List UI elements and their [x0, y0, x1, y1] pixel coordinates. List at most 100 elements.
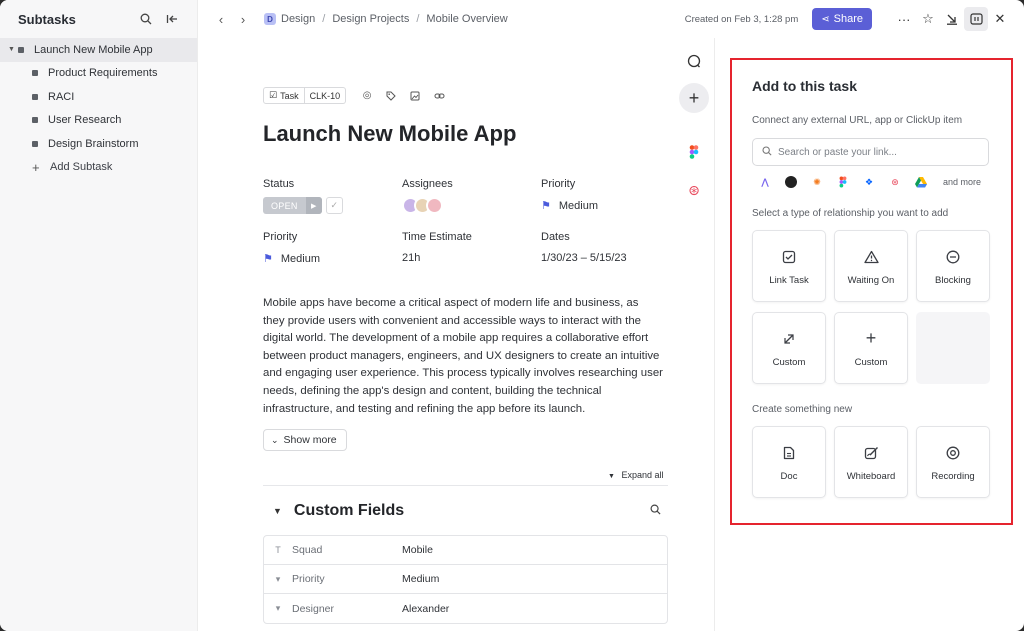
recording-tile[interactable]: Recording: [916, 426, 990, 498]
field-value[interactable]: Medium: [402, 573, 439, 585]
back-arrow-icon[interactable]: ‹: [210, 12, 232, 27]
panel-title: Add to this task: [752, 78, 858, 94]
share-button[interactable]: ⋖ Share: [812, 8, 872, 30]
waiting-on-tile[interactable]: Waiting On: [834, 230, 908, 302]
collapse-sidebar-icon[interactable]: [161, 8, 183, 30]
field-name: Squad: [292, 544, 323, 556]
more-options-icon[interactable]: ···: [892, 7, 916, 31]
download-icon[interactable]: [940, 7, 964, 31]
time-estimate-value[interactable]: 21h: [402, 252, 420, 264]
expand-all-label: Expand all: [621, 470, 664, 480]
complete-check-icon[interactable]: ✓: [325, 197, 343, 214]
whiteboard-tile[interactable]: Whiteboard: [834, 426, 908, 498]
sidebar-item-parent-task[interactable]: ▼ Launch New Mobile App: [0, 38, 197, 62]
sidebar-item-subtask[interactable]: Design Brainstorm: [0, 132, 197, 156]
field-name: Priority: [292, 573, 325, 585]
link-search-input[interactable]: Search or paste your link...: [752, 138, 989, 166]
priority-field[interactable]: ⚑ Medium: [541, 199, 598, 213]
show-more-button[interactable]: ⌄ Show more: [263, 429, 347, 451]
status-field: OPEN ▶ ✓: [263, 197, 343, 214]
task-description[interactable]: Mobile apps have become a critical aspec…: [263, 295, 663, 418]
custom-relationship-tile[interactable]: Custom: [752, 312, 826, 384]
sidebar-title: Subtasks: [18, 11, 76, 27]
caret-down-icon[interactable]: ▼: [8, 46, 18, 53]
link-task-tile[interactable]: Link Task: [752, 230, 826, 302]
search-icon[interactable]: [650, 504, 661, 518]
assignees-field[interactable]: [402, 197, 443, 214]
task-title[interactable]: Launch New Mobile App: [263, 121, 516, 147]
custom-fields-header[interactable]: ▼ Custom Fields: [273, 502, 404, 520]
comment-icon[interactable]: [679, 46, 709, 76]
breadcrumb-item[interactable]: Mobile Overview: [426, 13, 507, 25]
search-icon[interactable]: [135, 8, 157, 30]
sidebar-item-subtask[interactable]: Product Requirements: [0, 62, 197, 86]
image-icon[interactable]: [408, 89, 422, 103]
task-type-chip[interactable]: ☑ Task: [263, 87, 305, 104]
priority-label: Priority: [541, 178, 576, 190]
subtasks-sidebar: Subtasks ▼ Launch New Mobile App Product…: [0, 0, 198, 631]
tag-icon[interactable]: [384, 89, 398, 103]
close-icon[interactable]: ✕: [988, 7, 1012, 31]
clickup-icon[interactable]: ⋀: [759, 176, 771, 188]
priority-value: Medium: [558, 199, 598, 212]
breadcrumb-item[interactable]: Design Projects: [332, 13, 409, 25]
dates-value[interactable]: 1/30/23 – 5/15/23: [541, 252, 627, 264]
breadcrumb-item[interactable]: Design: [281, 13, 315, 25]
task-id-chip[interactable]: CLK-10: [304, 87, 347, 104]
breadcrumb-separator: /: [322, 13, 326, 25]
add-to-task-button[interactable]: +: [679, 83, 709, 113]
top-bar-actions: Created on Feb 3, 1:28 pm ⋖ Share ··· ☆ …: [685, 7, 1012, 31]
table-row[interactable]: T Squad Mobile: [264, 536, 667, 565]
status-badge[interactable]: OPEN ▶: [263, 197, 322, 214]
expand-all-button[interactable]: ▼ Expand all: [608, 470, 663, 480]
created-timestamp: Created on Feb 3, 1:28 pm: [684, 13, 799, 25]
priority-field[interactable]: ⚑ Medium: [263, 252, 320, 266]
custom-add-tile[interactable]: + Custom: [834, 312, 908, 384]
and-more-link[interactable]: and more: [943, 177, 981, 187]
link-icon[interactable]: [432, 89, 446, 103]
star-icon[interactable]: ☆: [916, 7, 940, 31]
show-more-label: Show more: [283, 434, 337, 446]
doc-tile[interactable]: Doc: [752, 426, 826, 498]
text-field-icon: T: [275, 545, 281, 555]
sidebar-item-label: Design Brainstorm: [48, 137, 139, 150]
priority-value: Medium: [280, 252, 320, 265]
sidebar-header: Subtasks: [0, 0, 197, 38]
google-drive-icon[interactable]: [915, 176, 927, 188]
custom-fields-title: Custom Fields: [293, 502, 405, 519]
figma-icon[interactable]: [837, 176, 849, 188]
settings-icon[interactable]: ◎: [360, 89, 374, 103]
sidebar-item-subtask[interactable]: RACI: [0, 85, 197, 109]
field-value[interactable]: Mobile: [402, 544, 433, 556]
caret-down-icon[interactable]: ▼: [273, 506, 282, 516]
add-subtask-button[interactable]: + Add Subtask: [0, 156, 197, 180]
forward-arrow-icon[interactable]: ›: [232, 12, 254, 27]
avatar[interactable]: [426, 197, 443, 214]
time-estimate-label: Time Estimate: [402, 231, 472, 243]
integration-icon[interactable]: ⊛: [679, 175, 709, 205]
tile-label: Blocking: [935, 274, 971, 286]
dropbox-icon[interactable]: ❖: [863, 176, 875, 188]
task-type-label: Task: [280, 90, 299, 101]
chevron-right-icon[interactable]: ▶: [305, 197, 322, 214]
create-text: Create something new: [752, 404, 853, 415]
zapier-icon[interactable]: ✺: [811, 176, 823, 188]
github-icon[interactable]: [785, 176, 797, 188]
doc-icon: [783, 443, 795, 463]
top-bar: ‹ › D Design / Design Projects / Mobile …: [198, 0, 1024, 38]
table-row[interactable]: ▾ Designer Alexander: [264, 594, 667, 623]
sidebar-item-label: User Research: [48, 114, 122, 127]
sidebar-item-label: RACI: [48, 90, 75, 103]
field-value[interactable]: Alexander: [402, 603, 449, 615]
integration-icon[interactable]: ⊛: [889, 176, 901, 188]
tile-label: Link Task: [769, 274, 809, 286]
blocking-tile[interactable]: Blocking: [916, 230, 990, 302]
table-row[interactable]: ▾ Priority Medium: [264, 565, 667, 594]
tile-label: Custom: [854, 356, 888, 368]
warning-icon: [863, 247, 879, 267]
sidebar-item-subtask[interactable]: User Research: [0, 109, 197, 133]
figma-icon[interactable]: [679, 137, 709, 167]
tile-label: Waiting On: [847, 274, 895, 286]
layout-toggle-icon[interactable]: [964, 7, 988, 31]
task-bullet-icon: [32, 140, 38, 147]
